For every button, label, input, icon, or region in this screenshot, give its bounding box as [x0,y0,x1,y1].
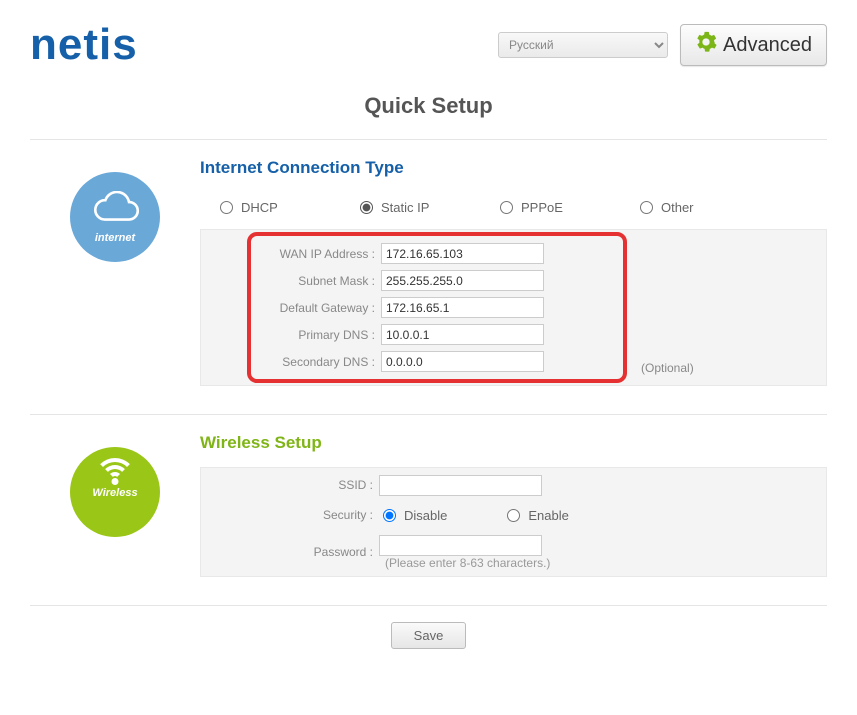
save-row: Save [30,605,827,657]
wireless-badge-col: Wireless [30,433,200,537]
password-input[interactable] [379,535,542,556]
wireless-content: Wireless Setup SSID : Security : Disable… [200,433,827,577]
ssid-label: SSID : [201,478,379,492]
password-label: Password : [201,545,379,559]
radio-pppoe[interactable]: PPPoE [500,200,640,215]
wan-ip-input[interactable] [381,243,544,264]
gateway-input[interactable] [381,297,544,318]
row-security: Security : Disable Enable [201,500,826,530]
ssid-input[interactable] [379,475,542,496]
internet-badge-label: internet [95,232,135,244]
save-button[interactable]: Save [391,622,467,649]
logo-text: netis [30,20,138,69]
radio-security-disable[interactable]: Disable [383,508,447,523]
highlight-box: WAN IP Address : Subnet Mask : Default G… [247,232,627,383]
gateway-label: Default Gateway : [253,301,381,315]
wireless-badge-label: Wireless [92,487,137,499]
internet-section: internet Internet Connection Type DHCP S… [30,139,827,414]
row-wan-ip: WAN IP Address : [253,240,621,267]
optional-label: (Optional) [641,361,694,375]
static-ip-form: WAN IP Address : Subnet Mask : Default G… [200,229,827,386]
language-select[interactable]: Русский [498,32,668,58]
row-gateway: Default Gateway : [253,294,621,321]
internet-badge-col: internet [30,158,200,262]
subnet-label: Subnet Mask : [253,274,381,288]
pdns-label: Primary DNS : [253,328,381,342]
password-hint: (Please enter 8-63 characters.) [385,556,550,570]
row-password: Password : (Please enter 8-63 characters… [201,530,826,574]
cloud-icon [87,191,143,230]
header: netis Русский Advanced [30,20,827,85]
radio-dhcp[interactable]: DHCP [220,200,360,215]
security-label: Security : [201,508,379,522]
gear-icon [695,31,717,59]
sdns-label: Secondary DNS : [253,355,381,369]
advanced-label: Advanced [723,34,812,57]
row-primary-dns: Primary DNS : [253,321,621,348]
advanced-button[interactable]: Advanced [680,24,827,66]
header-right: Русский Advanced [498,24,827,66]
radio-static-ip[interactable]: Static IP [360,200,500,215]
connection-type-radios: DHCP Static IP PPPoE Other [200,192,827,229]
internet-content: Internet Connection Type DHCP Static IP … [200,158,827,386]
wireless-form: SSID : Security : Disable Enable Passwor… [200,467,827,577]
internet-title: Internet Connection Type [200,158,827,178]
row-secondary-dns: Secondary DNS : [253,348,621,375]
sdns-input[interactable] [381,351,544,372]
subnet-input[interactable] [381,270,544,291]
row-ssid: SSID : [201,470,826,500]
row-subnet: Subnet Mask : [253,267,621,294]
pdns-input[interactable] [381,324,544,345]
radio-security-enable[interactable]: Enable [507,508,568,523]
page-title: Quick Setup [30,93,827,119]
logo: netis [30,20,138,70]
wireless-badge: Wireless [70,447,160,537]
wireless-section: Wireless Wireless Setup SSID : Security … [30,414,827,605]
internet-badge: internet [70,172,160,262]
radio-other[interactable]: Other [640,200,780,215]
wireless-title: Wireless Setup [200,433,827,453]
wan-ip-label: WAN IP Address : [253,247,381,261]
